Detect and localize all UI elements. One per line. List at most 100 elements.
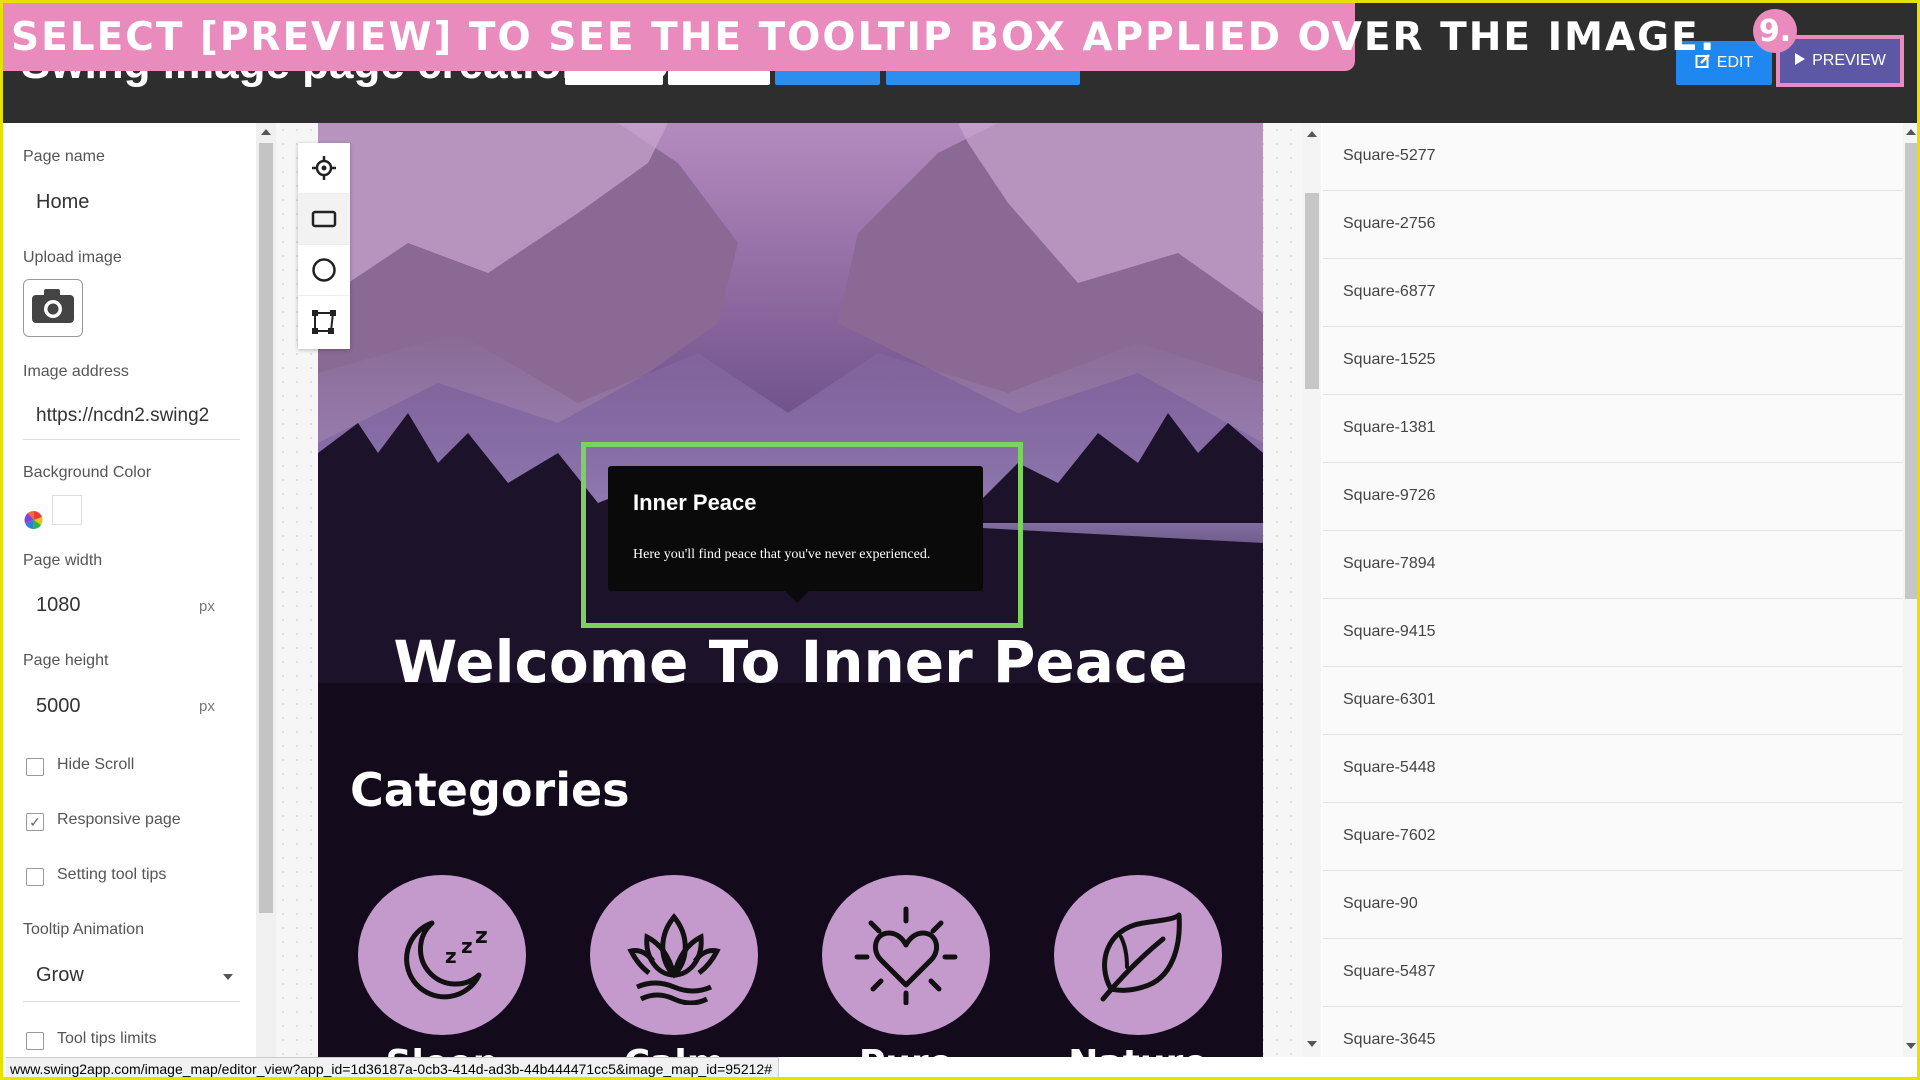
instruction-banner: SELECT [PREVIEW] TO SEE THE TOOLTIP BOX …	[3, 3, 1715, 71]
layer-name: Square-9726	[1343, 487, 1436, 504]
welcome-heading: Welcome To Inner Peace	[393, 628, 1188, 696]
page-height-label: Page height	[23, 652, 109, 669]
scroll-up-icon[interactable]	[261, 129, 271, 135]
list-item[interactable]: Square-7894	[1323, 531, 1903, 599]
divider	[23, 439, 240, 440]
preview-label: PREVIEW	[1812, 52, 1886, 69]
moon-sleep-icon: zzz	[404, 920, 488, 1000]
layer-name: Square-5448	[1343, 759, 1436, 776]
list-item[interactable]: Square-5448	[1323, 735, 1903, 803]
image-address-label: Image address	[23, 363, 129, 380]
tooltip-animation-label: Tooltip Animation	[23, 921, 144, 938]
svg-text:z: z	[445, 944, 457, 968]
category-label: Calm	[574, 1043, 774, 1057]
category-pure-button[interactable]	[822, 875, 990, 1035]
scroll-up-icon[interactable]	[1906, 129, 1916, 135]
hide-scroll-checkbox[interactable]	[26, 758, 44, 776]
polygon-tool-button[interactable]	[298, 296, 350, 347]
category-calm-button[interactable]	[590, 875, 758, 1035]
rectangle-icon	[311, 210, 337, 228]
settings-scrollbar[interactable]	[256, 123, 276, 1057]
scroll-up-icon[interactable]	[1307, 131, 1317, 137]
background-color-swatch[interactable]	[52, 495, 82, 525]
layer-list-scrollbar[interactable]	[1903, 123, 1917, 1057]
chevron-down-icon[interactable]	[223, 974, 233, 980]
list-item[interactable]: Square-1381	[1323, 395, 1903, 463]
list-item[interactable]: Square-5277	[1323, 123, 1903, 191]
list-item[interactable]: Square-90	[1323, 871, 1903, 939]
layer-name: Square-1525	[1343, 351, 1436, 368]
step-number-badge: 9.	[1753, 9, 1797, 53]
category-label: Pure	[806, 1043, 1006, 1057]
hide-scroll-label: Hide Scroll	[57, 756, 135, 773]
svg-text:z: z	[475, 924, 488, 949]
responsive-page-checkbox[interactable]: ✓	[26, 813, 44, 831]
list-item[interactable]: Square-5487	[1323, 939, 1903, 1007]
tooltip-animation-select[interactable]: Grow	[36, 964, 84, 987]
scroll-down-icon[interactable]	[1307, 1041, 1317, 1047]
tooltip-highlight-frame	[581, 442, 1023, 628]
layer-name: Square-6877	[1343, 283, 1436, 300]
layer-name: Square-3645	[1343, 1031, 1436, 1048]
list-item[interactable]: Square-9415	[1323, 599, 1903, 667]
lotus-icon	[627, 913, 721, 1005]
list-item[interactable]: Square-2756	[1323, 191, 1903, 259]
page-width-label: Page width	[23, 552, 103, 569]
divider	[23, 1001, 240, 1002]
preview-button[interactable]: PREVIEW	[1776, 35, 1904, 87]
leaf-icon	[1100, 912, 1182, 1002]
page-width-unit: px	[199, 598, 215, 615]
layer-name: Square-7894	[1343, 555, 1436, 572]
page-name-input[interactable]: Home	[36, 191, 89, 214]
layer-name: Square-1381	[1343, 419, 1436, 436]
svg-text:z: z	[461, 934, 473, 958]
list-item[interactable]: Square-7602	[1323, 803, 1903, 871]
layer-name: Square-5277	[1343, 147, 1436, 164]
page-width-input[interactable]: 1080	[36, 594, 81, 617]
camera-icon	[30, 287, 76, 330]
upload-image-label: Upload image	[23, 249, 122, 266]
edit-label: EDIT	[1716, 54, 1754, 71]
category-sleep-button[interactable]: zzz	[358, 875, 526, 1035]
layer-list-panel: Square-5277 Square-2756 Square-6877 Squa…	[1323, 123, 1903, 1057]
category-nature-button[interactable]	[1054, 875, 1222, 1035]
category-label: Nature	[1038, 1043, 1238, 1057]
move-tool-button[interactable]	[298, 143, 350, 194]
rectangle-tool-button[interactable]	[298, 194, 350, 245]
background-color-label: Background Color	[23, 464, 152, 481]
tool-tips-limits-label: Tool tips limits	[57, 1030, 157, 1047]
image-address-input[interactable]: https://ncdn2.swing2	[36, 405, 209, 427]
setting-tool-tips-checkbox[interactable]	[26, 868, 44, 886]
drawing-toolbox	[298, 143, 350, 349]
play-icon	[1794, 52, 1806, 71]
scrollbar-thumb[interactable]	[1305, 193, 1319, 389]
status-bar-url: www.swing2app.com/image_map/editor_view?…	[6, 1057, 779, 1077]
heart-sun-icon	[854, 906, 958, 1005]
list-item[interactable]: Square-6301	[1323, 667, 1903, 735]
list-item[interactable]: Square-1525	[1323, 327, 1903, 395]
scroll-down-icon[interactable]	[1906, 1043, 1916, 1049]
upload-image-button[interactable]	[23, 279, 83, 337]
circle-icon	[312, 258, 336, 282]
crosshair-icon	[312, 156, 336, 180]
page-name-label: Page name	[23, 148, 105, 165]
circle-tool-button[interactable]	[298, 245, 350, 296]
list-item[interactable]: Square-3645	[1323, 1007, 1903, 1057]
layer-name: Square-6301	[1343, 691, 1436, 708]
app-window: Swing image page creation tool EDIT PREV…	[0, 0, 1920, 1080]
page-height-unit: px	[199, 698, 215, 715]
list-item[interactable]: Square-9726	[1323, 463, 1903, 531]
polygon-icon	[312, 309, 336, 334]
color-picker-icon[interactable]	[23, 509, 45, 531]
layer-name: Square-7602	[1343, 827, 1436, 844]
responsive-page-label: Responsive page	[57, 811, 181, 828]
scrollbar-thumb[interactable]	[1905, 143, 1917, 599]
setting-tool-tips-label: Setting tool tips	[57, 866, 167, 883]
layer-name: Square-90	[1343, 895, 1418, 912]
scrollbar-thumb[interactable]	[259, 143, 273, 913]
page-height-input[interactable]: 5000	[36, 695, 81, 718]
layer-name: Square-2756	[1343, 215, 1436, 232]
list-item[interactable]: Square-6877	[1323, 259, 1903, 327]
canvas-scrollbar[interactable]	[1303, 123, 1321, 1057]
tool-tips-limits-checkbox[interactable]	[26, 1032, 44, 1050]
